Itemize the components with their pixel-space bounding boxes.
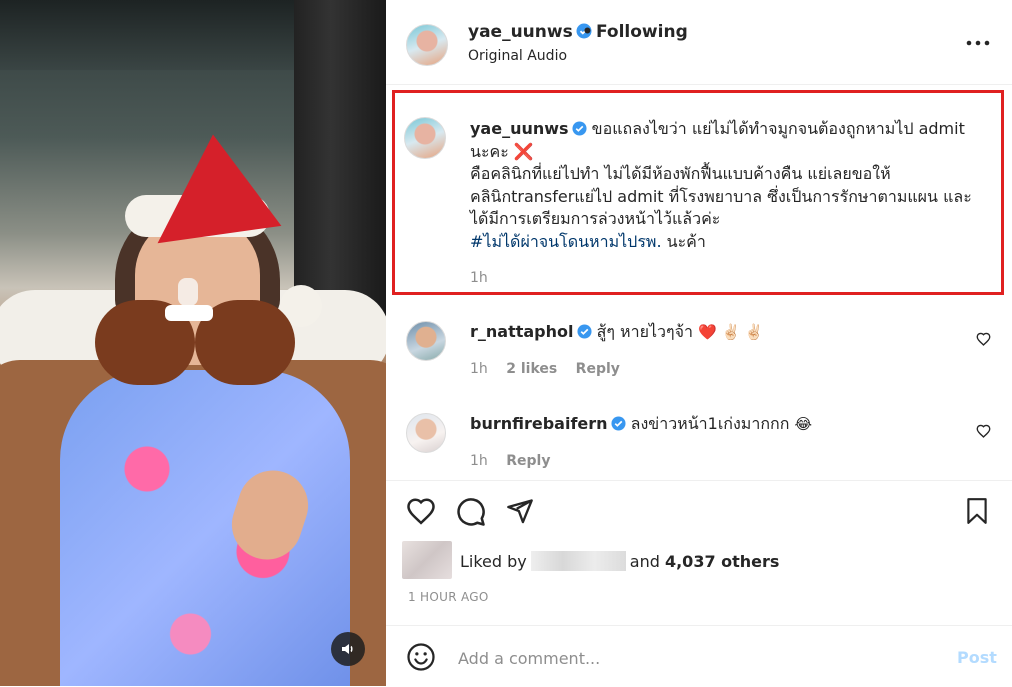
comment-timestamp[interactable]: 1h (470, 453, 488, 469)
hashtag-link[interactable]: #ไม่ได้ผ่าจนโดนหามไปรพ. (470, 232, 662, 251)
comment-button[interactable] (456, 497, 486, 531)
avatar[interactable] (406, 321, 446, 361)
liked-by-label: Liked by (460, 552, 527, 571)
avatar[interactable] (406, 413, 446, 453)
likes-text: Liked by and 4,037 others (460, 551, 779, 571)
avatar[interactable] (404, 117, 446, 159)
verified-badge-icon (576, 324, 592, 339)
save-button[interactable] (964, 497, 990, 529)
media-subject (143, 126, 282, 244)
likes-summary: Liked by and 4,037 others (402, 541, 1002, 581)
comment-meta: 1h 2 likes Reply (470, 361, 634, 377)
caption-timestamp[interactable]: 1h (470, 270, 488, 286)
bookmark-icon (967, 498, 987, 524)
separator-dot: • (582, 22, 593, 42)
sound-toggle-button[interactable] (331, 632, 365, 666)
comment-like-button[interactable] (976, 423, 991, 442)
reply-button[interactable]: Reply (576, 361, 620, 377)
comment-emojis: 😂 (794, 415, 813, 433)
paper-plane-icon (507, 499, 533, 524)
liker-name-redacted[interactable] (530, 551, 626, 571)
emoji-picker-button[interactable] (406, 642, 436, 676)
media-subject (178, 278, 198, 306)
liker-avatar[interactable] (402, 541, 452, 579)
reply-button[interactable]: Reply (506, 453, 550, 469)
comment-body: สู้ๆ หายไวๆจ้า (596, 322, 693, 341)
media-background (294, 0, 386, 330)
comment-item: r_nattaphol สู้ๆ หายไวๆจ้า ❤️ ✌🏻 ✌🏻 1h 2… (406, 321, 1006, 401)
comment-emojis: ❤️ ✌🏻 ✌🏻 (698, 323, 764, 341)
heart-icon (407, 498, 435, 525)
comment-item: burnfirebaifern ลงข่าวหน้า1เก่งมากกก 😂 1… (406, 413, 1006, 493)
media-subject (60, 370, 350, 686)
heart-icon (976, 424, 991, 438)
post-header: yae_uunws • Following Original Audio (386, 0, 1012, 85)
post-comment-button[interactable]: Post (957, 648, 997, 667)
comment-username[interactable]: burnfirebaifern (470, 414, 608, 433)
more-options-button[interactable] (961, 28, 995, 58)
post-action-bar (404, 497, 994, 529)
author-username[interactable]: yae_uunws (468, 22, 592, 42)
like-button[interactable] (406, 497, 436, 529)
comment-meta: 1h Reply (470, 453, 564, 469)
verified-badge-icon (611, 416, 626, 431)
comment-text: r_nattaphol สู้ๆ หายไวๆจ้า ❤️ ✌🏻 ✌🏻 (470, 321, 764, 343)
media-subject (165, 305, 213, 321)
speaker-icon (342, 644, 353, 654)
caption-line: ได้มีการเตรียมการล่วงหน้าไว้แล้วค่ะ (470, 209, 721, 228)
heart-icon (976, 332, 991, 346)
original-audio-link[interactable]: Original Audio (468, 48, 567, 64)
likes-and-label: and (629, 552, 660, 571)
share-button[interactable] (506, 497, 534, 529)
caption-line: นะค้า (666, 231, 706, 251)
caption-line: คลินิกtransferแย่ไป admit ที่โรงพยาบาล ซ… (470, 186, 972, 206)
add-comment-bar: Post (386, 625, 1012, 687)
comment-timestamp[interactable]: 1h (470, 361, 488, 377)
following-button[interactable]: Following (596, 22, 688, 42)
caption-line: นะคะ (470, 141, 509, 161)
post-media-video[interactable] (0, 0, 386, 686)
caption-line: คือคลินิกที่แย่ไปทำ ไม่ได้มีห้องพักฟื้นแ… (470, 164, 891, 183)
post-panel: yae_uunws • Following Original Audio yae… (386, 0, 1012, 686)
caption-line: ขอแถลงไขว่า แย่ไม่ได้ทำจมูกจนต้องถูกหามไ… (591, 119, 965, 138)
avatar[interactable] (406, 24, 448, 66)
media-background (0, 0, 300, 70)
smiley-icon (407, 643, 435, 671)
comment-like-button[interactable] (976, 331, 991, 350)
comment-likes-count[interactable]: 2 likes (506, 361, 557, 377)
caption-username[interactable]: yae_uunws (470, 119, 569, 138)
post-timestamp[interactable]: 1 HOUR AGO (408, 590, 489, 604)
section-divider (386, 480, 1012, 481)
comment-body: ลงข่าวหน้า1เก่งมากกก (630, 414, 790, 433)
comment-bubble-icon (457, 498, 485, 526)
others-likes-link[interactable]: 4,037 others (665, 552, 779, 571)
comment-text: burnfirebaifern ลงข่าวหน้า1เก่งมากกก 😂 (470, 413, 812, 435)
caption-text: yae_uunws ขอแถลงไขว่า แย่ไม่ได้ทำจมูกจนต… (470, 118, 990, 253)
verified-badge-icon (572, 121, 587, 136)
author-username-text[interactable]: yae_uunws (468, 22, 573, 42)
more-horizontal-icon (966, 40, 990, 46)
comment-input[interactable] (456, 642, 920, 674)
comment-username[interactable]: r_nattaphol (470, 322, 574, 341)
cross-mark-emoji: ❌ (513, 141, 534, 161)
